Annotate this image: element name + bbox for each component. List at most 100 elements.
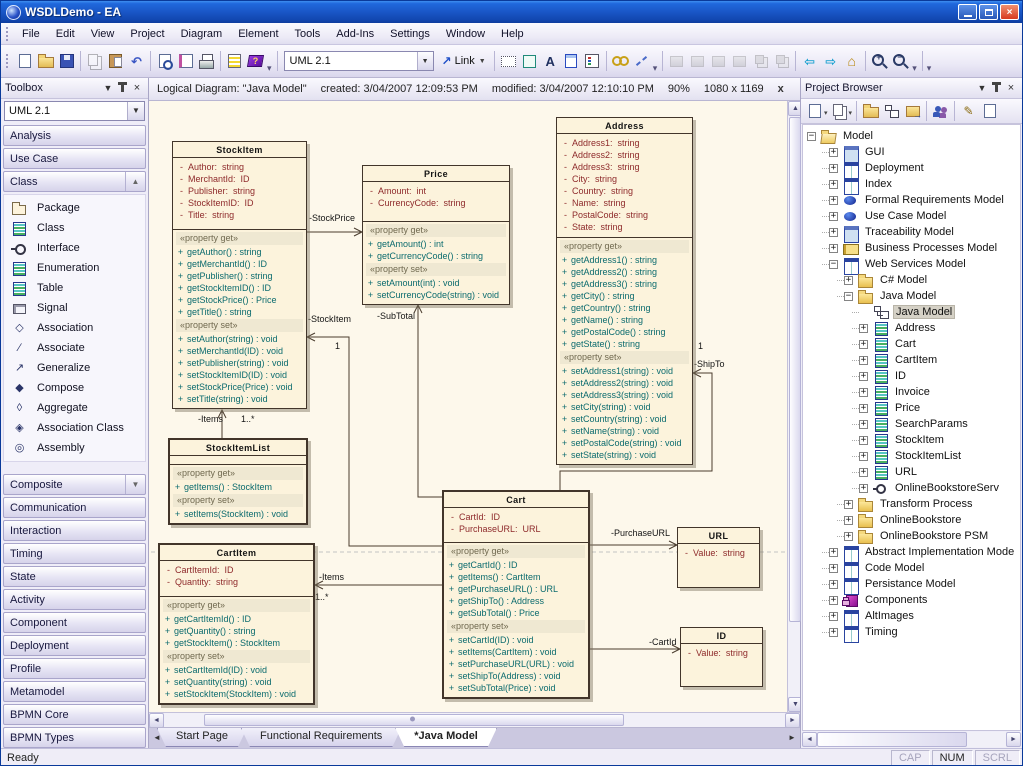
new-package-icon[interactable] bbox=[861, 102, 880, 120]
class-price[interactable]: Price-Amount: int-CurrencyCode: string«p… bbox=[362, 165, 510, 305]
collapse-icon[interactable]: ▲ bbox=[125, 172, 145, 191]
toolbox-item-assembly[interactable]: ◎Assembly bbox=[4, 438, 145, 458]
toolbox-group-profile[interactable]: Profile bbox=[3, 658, 146, 679]
paste-icon[interactable] bbox=[106, 52, 125, 70]
project-team-icon[interactable] bbox=[931, 102, 950, 120]
menu-tools[interactable]: Tools bbox=[287, 25, 329, 43]
toolbar-grip[interactable] bbox=[6, 54, 11, 68]
toolbox-item-association[interactable]: ◇Association bbox=[4, 318, 145, 338]
menu-addins[interactable]: Add-Ins bbox=[328, 25, 382, 43]
diagram-tab-functionalrequirements[interactable]: Functional Requirements bbox=[241, 728, 401, 747]
menu-project[interactable]: Project bbox=[122, 25, 172, 43]
tree-item-id[interactable]: +ID bbox=[803, 368, 1020, 384]
dropdown-icon[interactable]: ▾ bbox=[849, 109, 853, 117]
zoom-in-icon[interactable]: + bbox=[870, 52, 889, 70]
expand-icon[interactable]: + bbox=[829, 196, 838, 205]
toolbox-pin-icon[interactable] bbox=[121, 85, 124, 92]
tree-item-components[interactable]: +Components bbox=[803, 592, 1020, 608]
expand-icon[interactable]: + bbox=[829, 164, 838, 173]
expand-icon[interactable]: + bbox=[829, 244, 838, 253]
scroll-right-icon[interactable]: ► bbox=[785, 713, 800, 728]
generate-doc-icon[interactable] bbox=[980, 102, 999, 120]
tree-item-url[interactable]: +URL bbox=[803, 464, 1020, 480]
toolbox-group-bpmncore[interactable]: BPMN Core bbox=[3, 704, 146, 725]
collapse-icon[interactable]: − bbox=[844, 292, 853, 301]
tree-item-abstractimplementationmode[interactable]: +Abstract Implementation Mode bbox=[803, 544, 1020, 560]
tree-item-gui[interactable]: +GUI bbox=[803, 144, 1020, 160]
expand-icon[interactable]: + bbox=[859, 340, 868, 349]
toolbox-item-generalize[interactable]: ↗Generalize bbox=[4, 358, 145, 378]
new-element-icon[interactable] bbox=[805, 102, 824, 120]
toolbox-group-interaction[interactable]: Interaction bbox=[3, 520, 146, 541]
expand-icon[interactable]: + bbox=[829, 564, 838, 573]
tab-scroll-right-icon[interactable]: ► bbox=[786, 728, 798, 746]
navigate-forward-icon[interactable]: ⇨ bbox=[821, 52, 840, 70]
tree-item-searchparams[interactable]: +SearchParams bbox=[803, 416, 1020, 432]
tree-item-traceabilitymodel[interactable]: +Traceability Model bbox=[803, 224, 1020, 240]
diagram-close-icon[interactable]: x bbox=[778, 83, 784, 95]
boundary-icon[interactable] bbox=[499, 52, 518, 70]
expand-icon[interactable]: + bbox=[859, 372, 868, 381]
restore-button[interactable] bbox=[979, 4, 998, 20]
collapse-icon[interactable]: − bbox=[829, 260, 838, 269]
vertical-scrollbar[interactable]: ▲ ▼ bbox=[787, 101, 802, 712]
tree-item-javamodel[interactable]: Java Model bbox=[803, 304, 1020, 320]
new-document-icon[interactable] bbox=[15, 52, 34, 70]
toolbox-group-class[interactable]: Class▲ bbox=[3, 171, 146, 192]
horizontal-scrollbar[interactable]: ◄ ► bbox=[149, 712, 800, 727]
tree-item-timing[interactable]: +Timing bbox=[803, 624, 1020, 640]
tree-item-cart[interactable]: +Cart bbox=[803, 336, 1020, 352]
zoom-out-icon[interactable]: − bbox=[891, 52, 910, 70]
expand-icon[interactable]: + bbox=[859, 468, 868, 477]
link-tool-button[interactable]: ↗Link▼ bbox=[439, 53, 489, 69]
menu-diagram[interactable]: Diagram bbox=[173, 25, 231, 43]
tree-item-cartitem[interactable]: +CartItem bbox=[803, 352, 1020, 368]
pb-scroll-thumb[interactable] bbox=[817, 732, 967, 747]
tree-item-formalrequirementsmodel[interactable]: +Formal Requirements Model bbox=[803, 192, 1020, 208]
expand-icon[interactable]: + bbox=[859, 452, 868, 461]
expand-icon[interactable]: + bbox=[859, 404, 868, 413]
toolbox-group-usecase[interactable]: Use Case bbox=[3, 148, 146, 169]
expand-icon[interactable]: + bbox=[844, 516, 853, 525]
toolbox-group-state[interactable]: State bbox=[3, 566, 146, 587]
toolbox-group-composite[interactable]: Composite▼ bbox=[3, 474, 146, 495]
project-browser-header[interactable]: Project Browser ▼ × bbox=[801, 78, 1022, 99]
toolbox-group-activity[interactable]: Activity bbox=[3, 589, 146, 610]
class-stockitem[interactable]: StockItem-Author: string-MerchantId: ID-… bbox=[172, 141, 307, 409]
tree-item-transformprocess[interactable]: +Transform Process bbox=[803, 496, 1020, 512]
uml-profile-combo[interactable]: UML 2.1▼ bbox=[284, 51, 434, 71]
tree-item-model[interactable]: −Model bbox=[803, 128, 1020, 144]
scroll-left-icon[interactable]: ◄ bbox=[149, 713, 164, 728]
expand-icon[interactable]: + bbox=[829, 612, 838, 621]
tree-item-persistancemodel[interactable]: +Persistance Model bbox=[803, 576, 1020, 592]
menu-window[interactable]: Window bbox=[438, 25, 493, 43]
add-model-icon[interactable] bbox=[903, 102, 922, 120]
class-cart[interactable]: Cart-CartId: ID-PurchaseURL: URL«propert… bbox=[442, 490, 590, 699]
expand-icon[interactable]: + bbox=[829, 596, 838, 605]
toolbar-options-icon[interactable]: ▾ bbox=[267, 63, 272, 77]
quick-link-icon[interactable] bbox=[632, 52, 651, 70]
expand-icon[interactable]: + bbox=[859, 324, 868, 333]
expand-icon[interactable]: + bbox=[859, 484, 868, 493]
expand-icon[interactable]: + bbox=[829, 180, 838, 189]
toolbox-profile-combo[interactable]: UML 2.1 ▼ bbox=[4, 101, 145, 121]
uml-combo-dropdown-icon[interactable]: ▼ bbox=[417, 52, 433, 70]
tree-item-altimages[interactable]: +AltImages bbox=[803, 608, 1020, 624]
class-url[interactable]: URL-Value: string bbox=[677, 527, 760, 588]
toolbox-group-bpmntypes[interactable]: BPMN Types bbox=[3, 727, 146, 748]
expand-icon[interactable]: + bbox=[829, 148, 838, 157]
print-icon[interactable] bbox=[197, 52, 216, 70]
toolbox-group-analysis[interactable]: Analysis bbox=[3, 125, 146, 146]
toolbox-item-aggregate[interactable]: ◊Aggregate bbox=[4, 398, 145, 418]
toolbox-item-interface[interactable]: Interface bbox=[4, 238, 145, 258]
pb-scroll-right-icon[interactable]: ► bbox=[1006, 732, 1021, 747]
expand-icon[interactable]: + bbox=[829, 628, 838, 637]
diagram-tab-javamodel[interactable]: *Java Model bbox=[395, 728, 497, 747]
toolbox-close-icon[interactable]: × bbox=[130, 82, 144, 94]
collapse-icon[interactable]: − bbox=[807, 132, 816, 141]
tree-item-price[interactable]: +Price bbox=[803, 400, 1020, 416]
project-browser-menu-icon[interactable]: ▼ bbox=[975, 83, 989, 93]
minimize-button[interactable] bbox=[958, 4, 977, 20]
save-icon[interactable] bbox=[57, 52, 76, 70]
expand-icon[interactable]: + bbox=[844, 532, 853, 541]
